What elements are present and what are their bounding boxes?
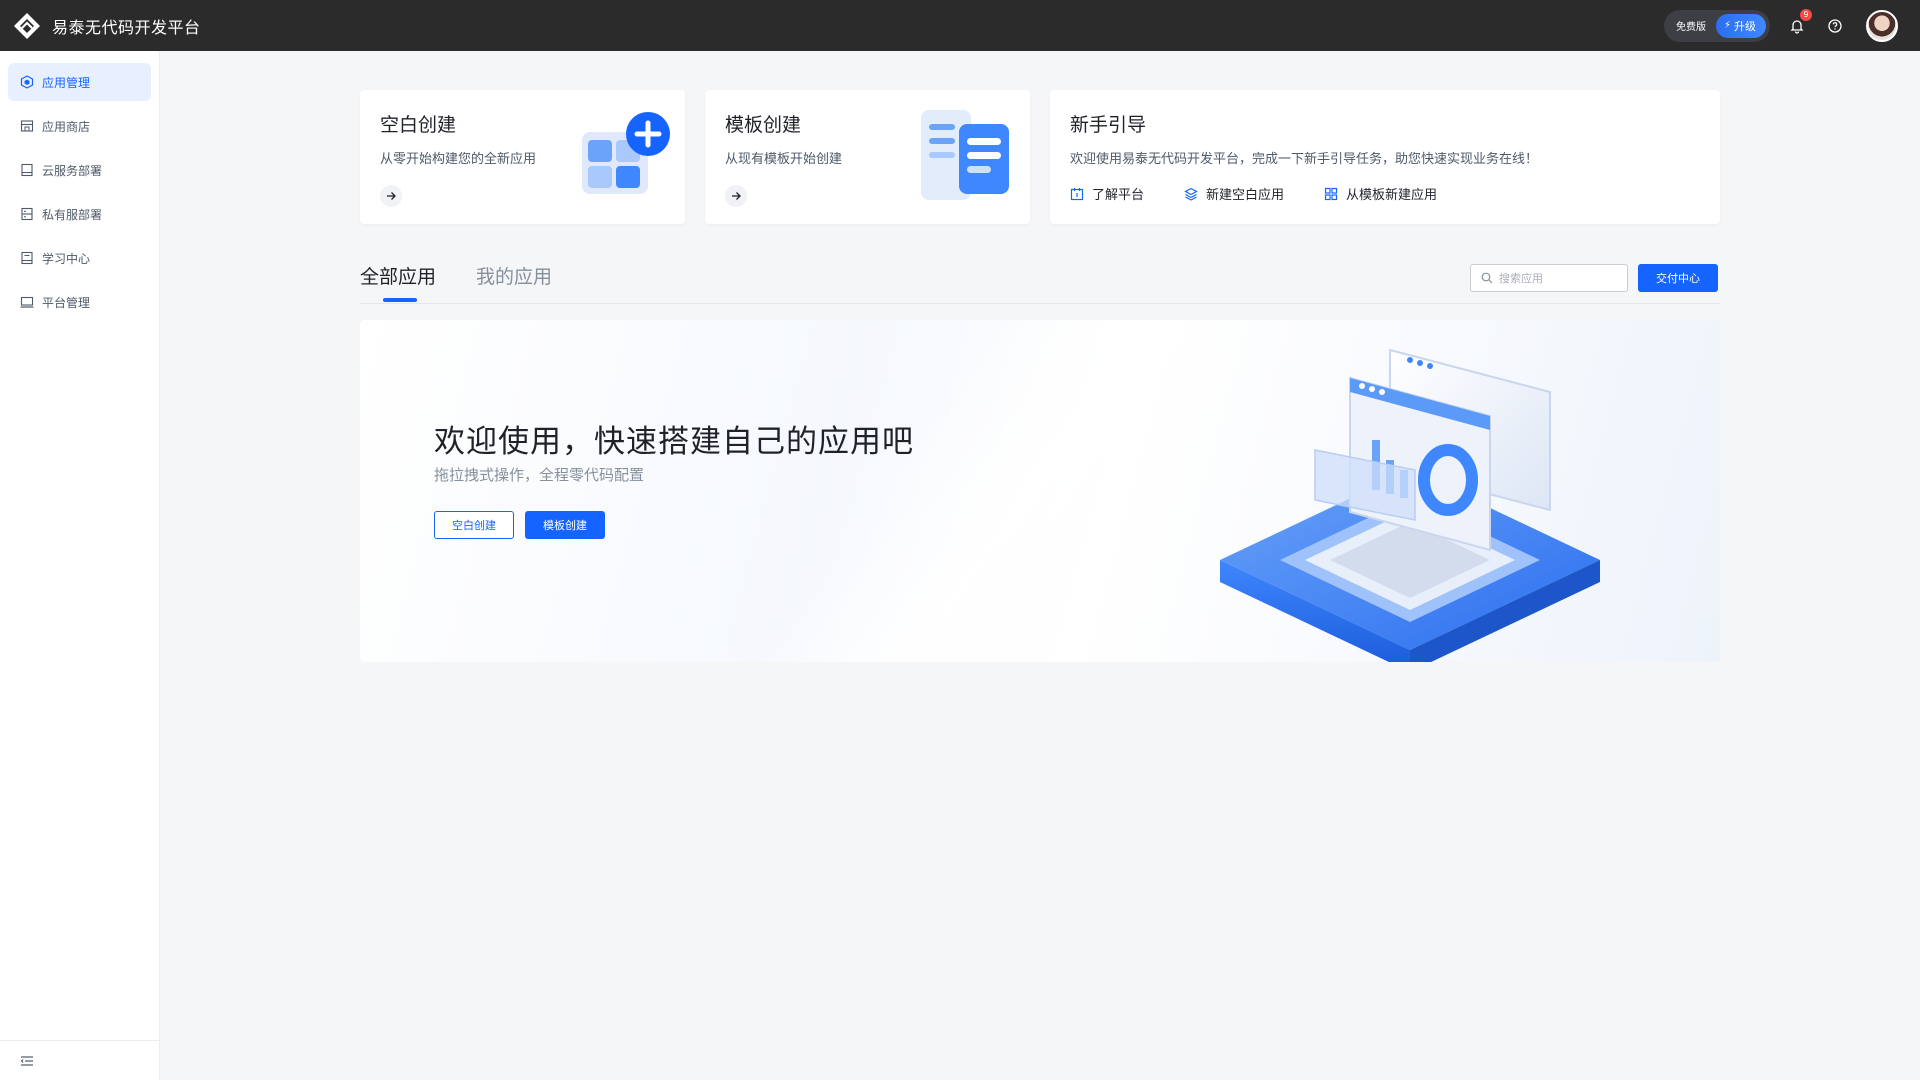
guide-link-label: 新建空白应用 bbox=[1206, 188, 1285, 203]
blank-create-illustration bbox=[582, 112, 670, 194]
help-button[interactable] bbox=[1824, 15, 1846, 37]
app-tabs: 全部应用 我的应用 bbox=[360, 262, 592, 302]
plan-pill[interactable]: 免费版 ⚡ 升级 bbox=[1663, 9, 1770, 42]
sidebar-item-label: 应用管理 bbox=[42, 75, 91, 90]
arrow-right-icon[interactable] bbox=[725, 185, 747, 207]
sidebar-item-label: 学习中心 bbox=[42, 251, 91, 266]
guide-link-new-from-template[interactable]: 从模板新建应用 bbox=[1324, 184, 1437, 203]
app-logo-icon[interactable] bbox=[12, 11, 42, 41]
banner-template-create-button[interactable]: 模板创建 bbox=[525, 511, 605, 539]
sidebar-item-platform-management[interactable]: 平台管理 bbox=[8, 283, 151, 321]
app-title: 易泰无代码开发平台 bbox=[52, 17, 201, 37]
lightning-icon: ⚡ bbox=[1723, 20, 1731, 31]
sidebar-item-private-deploy[interactable]: 私有服部署 bbox=[8, 195, 151, 233]
guide-link-new-blank-app[interactable]: 新建空白应用 bbox=[1184, 184, 1284, 203]
template-create-card[interactable]: 模板创建 从现有模板开始创建 bbox=[705, 90, 1030, 224]
book-icon bbox=[20, 251, 34, 265]
banner-subtitle: 拖拉拽式操作，全程零代码配置 bbox=[434, 466, 645, 484]
layers-icon bbox=[1184, 187, 1198, 201]
upgrade-button[interactable]: ⚡ 升级 bbox=[1715, 13, 1766, 38]
blank-create-card[interactable]: 空白创建 从零开始构建您的全新应用 bbox=[360, 90, 685, 224]
guide-link-label: 从模板新建应用 bbox=[1346, 188, 1438, 203]
guide-link-label: 了解平台 bbox=[1092, 188, 1145, 203]
tab-label: 我的应用 bbox=[476, 266, 553, 288]
sidebar-item-learning-center[interactable]: 学习中心 bbox=[8, 239, 151, 277]
tab-active-indicator bbox=[383, 298, 417, 302]
upgrade-label: 升级 bbox=[1734, 19, 1756, 33]
monitor-icon bbox=[20, 295, 34, 309]
sidebar: 应用管理 应用商店 云服务部署 私有服部署 学习中心 平台管理 bbox=[0, 51, 160, 1080]
search-box[interactable] bbox=[1470, 264, 1628, 292]
beginner-guide-card: 新手引导 欢迎使用易泰无代码开发平台，完成一下新手引导任务，助您快速实现业务在线… bbox=[1050, 90, 1720, 224]
card-title: 空白创建 bbox=[380, 114, 457, 136]
sidebar-item-label: 平台管理 bbox=[42, 295, 91, 310]
template-create-illustration bbox=[921, 110, 1009, 200]
guide-link-learn-platform[interactable]: 了解平台 bbox=[1070, 184, 1144, 203]
notification-badge: 9 bbox=[1800, 8, 1812, 21]
sidebar-item-cloud-deploy[interactable]: 云服务部署 bbox=[8, 151, 151, 189]
search-icon bbox=[1481, 272, 1493, 284]
card-subtitle: 从现有模板开始创建 bbox=[725, 152, 843, 167]
plan-label: 免费版 bbox=[1675, 22, 1706, 33]
welcome-banner: 欢迎使用，快速搭建自己的应用吧 拖拉拽式操作，全程零代码配置 空白创建 模板创建 bbox=[360, 320, 1720, 662]
cloud-box-icon bbox=[20, 163, 34, 177]
sidebar-collapse-button[interactable] bbox=[0, 1040, 159, 1080]
card-subtitle: 欢迎使用易泰无代码开发平台，完成一下新手引导任务，助您快速实现业务在线！ bbox=[1070, 152, 1539, 167]
sidebar-item-label: 私有服部署 bbox=[42, 207, 103, 222]
card-subtitle: 从零开始构建您的全新应用 bbox=[380, 152, 537, 167]
guide-links: 了解平台 新建空白应用 从模板新建应用 bbox=[1070, 184, 1477, 203]
sidebar-item-app-store[interactable]: 应用商店 bbox=[8, 107, 151, 145]
sidebar-item-app-management[interactable]: 应用管理 bbox=[8, 63, 151, 101]
sidebar-item-label: 应用商店 bbox=[42, 119, 91, 134]
server-icon bbox=[20, 207, 34, 221]
banner-title: 欢迎使用，快速搭建自己的应用吧 bbox=[434, 424, 914, 460]
top-bar: 易泰无代码开发平台 免费版 ⚡ 升级 9 bbox=[0, 0, 1920, 51]
card-title: 新手引导 bbox=[1070, 114, 1147, 136]
tab-my-apps[interactable]: 我的应用 bbox=[476, 262, 552, 302]
arrow-right-icon[interactable] bbox=[380, 185, 402, 207]
store-icon bbox=[20, 119, 34, 133]
help-icon bbox=[1828, 18, 1842, 33]
platform-3d-illustration bbox=[1220, 348, 1600, 662]
card-title: 模板创建 bbox=[725, 114, 802, 136]
sidebar-item-label: 云服务部署 bbox=[42, 163, 103, 178]
tabs-divider bbox=[360, 303, 1720, 304]
tab-label: 全部应用 bbox=[360, 266, 437, 288]
grid-apps-icon bbox=[1324, 187, 1338, 201]
calendar-check-icon bbox=[1070, 187, 1084, 201]
tab-all-apps[interactable]: 全部应用 bbox=[360, 262, 436, 302]
user-avatar[interactable] bbox=[1866, 9, 1898, 42]
sidebar-nav: 应用管理 应用商店 云服务部署 私有服部署 学习中心 平台管理 bbox=[0, 51, 159, 321]
notification-button[interactable]: 9 bbox=[1786, 8, 1812, 37]
search-input[interactable] bbox=[1499, 271, 1609, 285]
delivery-center-button[interactable]: 交付中心 bbox=[1638, 264, 1718, 292]
collapse-menu-icon bbox=[20, 1055, 33, 1066]
banner-blank-create-button[interactable]: 空白创建 bbox=[434, 511, 514, 539]
cube-icon bbox=[20, 75, 34, 89]
